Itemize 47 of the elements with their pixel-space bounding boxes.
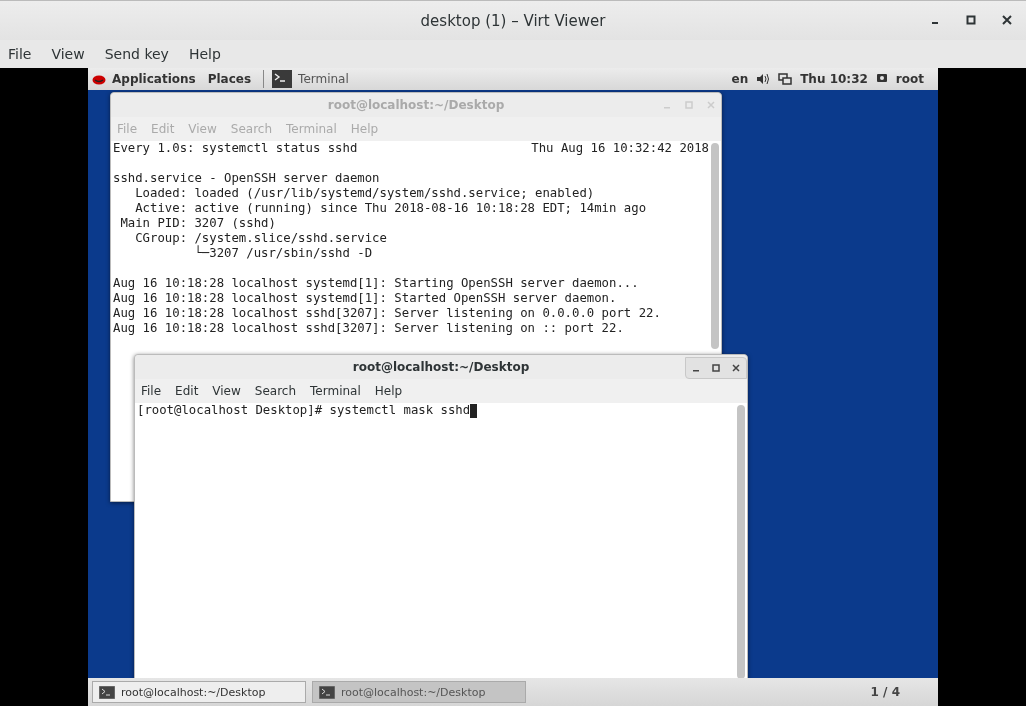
terminal-line: Aug 16 10:18:28 localhost sshd[3207]: Server listening on :: port 22. [113,321,625,336]
terminal-line: └─3207 /usr/sbin/sshd -D [193,246,373,261]
window-title: desktop (1) – Virt Viewer [420,11,606,30]
menu-item[interactable]: File [141,384,162,398]
terminal-icon [272,70,293,88]
menu-item[interactable]: View [212,384,241,398]
menu-item[interactable]: Edit [175,384,199,398]
network-icon[interactable] [778,72,793,86]
applications-menu[interactable]: Applications [112,72,196,86]
terminal-line: Active: active (running) since Thu 2018-08-16 10:18:28 EDT; 14min ago [134,201,648,216]
places-menu[interactable]: Places [207,72,252,86]
terminal-line: Main PID: 3207 (sshd) [119,216,277,231]
terminal-line: CGroup: /system.slice/sshd.service [134,231,388,246]
menu-item[interactable]: View [51,46,85,62]
menu-item[interactable]: Help [374,384,403,398]
hat-icon [92,73,106,85]
maximize-icon[interactable] [966,15,976,25]
language-indicator[interactable]: en [731,72,749,86]
terminal-title: root@localhost:~/Desktop [327,98,505,112]
terminal-line: Aug 16 10:18:28 localhost systemd[1]: Started OpenSSH server daemon. [113,291,618,306]
volume-icon[interactable] [756,73,771,85]
user-icon[interactable] [875,73,888,85]
terminal-icon [99,685,115,699]
menu-item[interactable]: Help [188,46,221,62]
scrollbar[interactable] [737,405,745,678]
menu-item[interactable]: Search [254,384,297,398]
clock[interactable]: Thu 10:32 [800,72,868,86]
terminal-icon [319,685,335,699]
taskbar-item[interactable]: root@localhost:~/Desktop [312,681,526,703]
terminal-line: Aug 16 10:18:28 localhost systemd[1]: Starting OpenSSH server daemon... [113,276,640,291]
menu-item[interactable]: Send key [104,46,169,62]
close-icon[interactable] [1002,15,1012,25]
terminal-line: Loaded: loaded (/usr/lib/systemd/system/sshd.service; enabled) [134,186,596,201]
terminal-line: Thu Aug 16 10:32:42 2018 [531,141,709,156]
menu-item[interactable]: File [8,46,32,62]
typed-command: systemctl mask sshd [329,403,471,418]
scrollbar[interactable] [711,143,719,349]
terminal-line: Every 1.0s: systemctl status sshd [113,141,358,156]
shell-prompt: [root@localhost Desktop]# [137,403,324,418]
terminal-title: root@localhost:~/Desktop [352,360,530,374]
terminal-line: sshd.service - OpenSSH server daemon [113,171,381,186]
taskbar-item[interactable]: root@localhost:~/Desktop [92,681,306,703]
terminal-line: Aug 16 10:18:28 localhost sshd[3207]: Server listening on 0.0.0.0 port 22. [113,306,662,321]
workspace-indicator[interactable]: 1 / 4 [870,685,900,699]
user-menu[interactable]: root [895,72,924,86]
active-app-menu[interactable]: Terminal [298,72,349,86]
menu-item[interactable]: Terminal [310,384,361,398]
